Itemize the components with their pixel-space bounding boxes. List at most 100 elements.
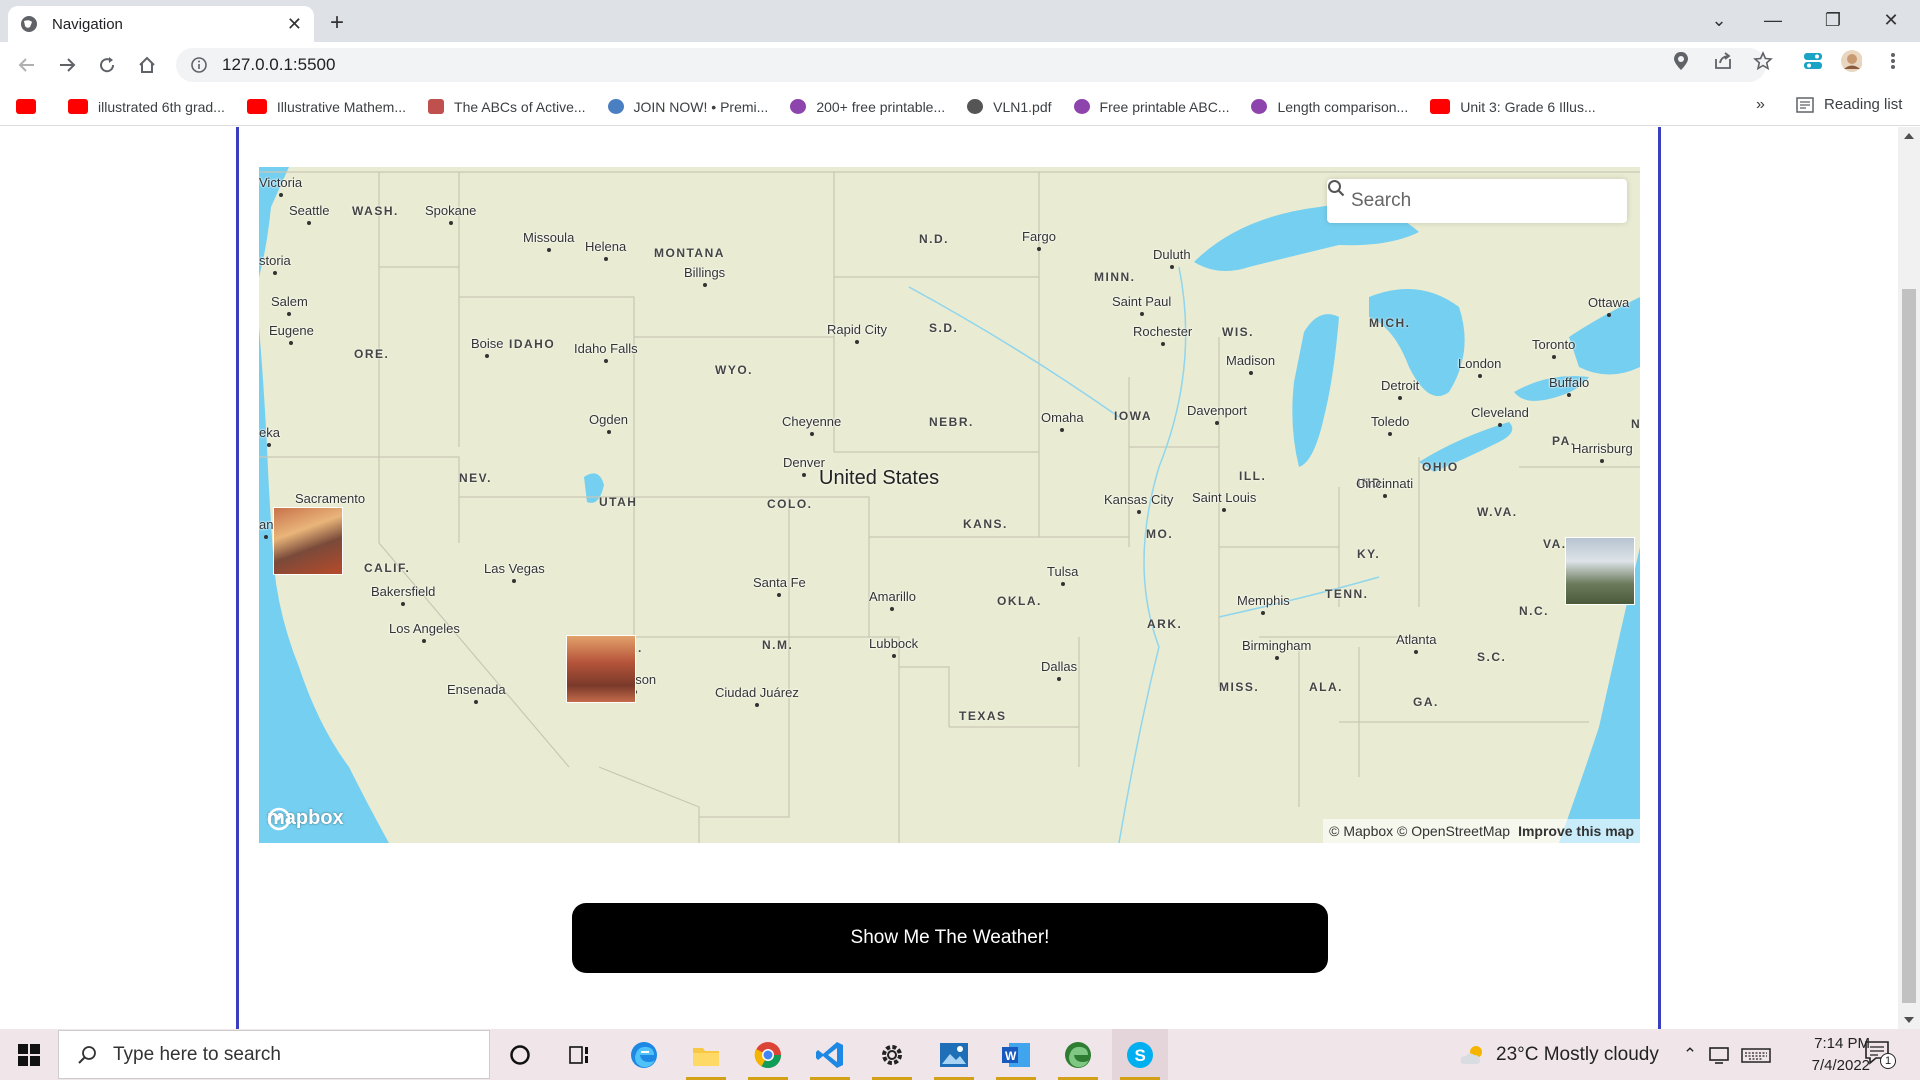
washington-monument-photo-marker[interactable]: [1565, 537, 1635, 605]
city-label: Boise: [471, 336, 504, 351]
cortana-button[interactable]: [492, 1029, 548, 1080]
task-view-icon: [569, 1045, 588, 1064]
edge-dev-taskbar-icon[interactable]: [1050, 1029, 1106, 1080]
state-label: GA.: [1413, 695, 1439, 709]
bookmarks-overflow-button[interactable]: »: [1756, 96, 1765, 114]
map-base: [259, 167, 1640, 843]
home-button[interactable]: [132, 50, 162, 80]
state-label: UTAH: [599, 495, 638, 509]
city-label: Las Vegas: [484, 561, 545, 576]
city-label: Amarillo: [869, 589, 916, 604]
city-label: Ensenada: [447, 682, 506, 697]
forward-button[interactable]: [52, 50, 82, 80]
city-label: Sacramento: [295, 491, 366, 506]
scrollbar-thumb[interactable]: [1902, 289, 1916, 1003]
city-label: an: [259, 517, 274, 532]
youtube-icon: [68, 99, 88, 114]
city-label: Cincinnati: [1356, 476, 1414, 491]
bookmark-item[interactable]: Unit 3: Grade 6 Illus...: [1430, 99, 1596, 115]
photos-taskbar-icon[interactable]: [926, 1029, 982, 1080]
city-label: Ogden: [589, 412, 629, 427]
city-label: Atlanta: [1396, 632, 1437, 647]
bookmark-item[interactable]: JOIN NOW! • Premi...: [607, 99, 768, 115]
reload-button[interactable]: [92, 50, 122, 80]
edge-taskbar-icon[interactable]: [616, 1029, 672, 1080]
city-label: Detroit: [1381, 378, 1420, 393]
reading-list-button[interactable]: Reading list: [1796, 96, 1902, 113]
mapbox-logo[interactable]: mapbox: [267, 807, 344, 831]
profile-avatar[interactable]: [1840, 50, 1862, 72]
share-icon[interactable]: [1712, 50, 1734, 72]
chrome-taskbar-icon[interactable]: [740, 1029, 796, 1080]
city-label: Santa Fe: [753, 575, 806, 590]
system-tray: 23°C Mostly cloudy ⌃: [1456, 1029, 1771, 1080]
close-tab-icon[interactable]: ✕: [287, 14, 302, 35]
state-label: VA.: [1543, 537, 1567, 551]
info-icon[interactable]: [190, 56, 208, 74]
clock[interactable]: 7:14 PM 7/4/2022: [1760, 1033, 1870, 1077]
back-button[interactable]: [12, 50, 42, 80]
map-search-box[interactable]: [1327, 179, 1627, 223]
address-bar[interactable]: 127.0.0.1:5500: [176, 48, 1766, 82]
bookmark-item[interactable]: The ABCs of Active...: [428, 99, 586, 115]
location-pin-icon[interactable]: [1670, 50, 1692, 72]
improve-map-link[interactable]: Improve this map: [1518, 823, 1634, 839]
attribution-text[interactable]: © Mapbox © OpenStreetMap: [1329, 823, 1510, 839]
page-scrollbar[interactable]: [1898, 127, 1920, 1029]
settings-taskbar-icon[interactable]: [864, 1029, 920, 1080]
new-tab-button[interactable]: +: [322, 8, 352, 38]
bookmark-item[interactable]: Length comparison...: [1251, 99, 1408, 115]
vscode-taskbar-icon[interactable]: [802, 1029, 858, 1080]
bookmark-item[interactable]: illustrated 6th grad...: [68, 99, 225, 115]
word-taskbar-icon[interactable]: W: [988, 1029, 1044, 1080]
bookmark-star-icon[interactable]: [1752, 50, 1774, 72]
extension-icon[interactable]: [1802, 50, 1824, 72]
state-label: ALA.: [1309, 680, 1343, 694]
minimize-button[interactable]: —: [1750, 4, 1796, 36]
menu-kebab-icon[interactable]: [1882, 50, 1904, 72]
golden-gate-photo-marker[interactable]: [273, 507, 343, 575]
grand-canyon-photo-marker[interactable]: [566, 635, 636, 703]
state-label: ORE.: [354, 347, 390, 361]
file-explorer-taskbar-icon[interactable]: [678, 1029, 734, 1080]
state-label: WASH.: [352, 204, 399, 218]
active-tab[interactable]: Navigation ✕: [8, 6, 314, 42]
city-label: Toledo: [1371, 414, 1410, 429]
bookmark-item[interactable]: VLN1.pdf: [967, 99, 1052, 115]
clock-date: 7/4/2022: [1811, 1057, 1870, 1074]
state-label: TENN.: [1325, 587, 1369, 601]
restore-button[interactable]: ❐: [1810, 4, 1856, 36]
notification-count-badge: 1: [1880, 1053, 1896, 1069]
map[interactable]: United States WASH. MONTANA N.D. MINN. S…: [259, 167, 1640, 843]
start-button[interactable]: [0, 1029, 58, 1080]
gear-icon: [882, 1044, 902, 1065]
reload-icon: [100, 57, 115, 73]
task-view-button[interactable]: [552, 1029, 608, 1080]
state-label: S.D.: [929, 321, 959, 335]
chevron-up-icon[interactable]: ⌃: [1683, 1045, 1697, 1065]
weather-text[interactable]: 23°C Mostly cloudy: [1496, 1044, 1659, 1066]
bookmark-item[interactable]: 200+ free printable...: [790, 99, 945, 115]
youtube-icon: [246, 99, 267, 114]
tab-search-chevron-icon[interactable]: ⌄: [1696, 4, 1742, 36]
state-label: ARK.: [1147, 617, 1183, 631]
city-label: Victoria: [259, 175, 303, 190]
svg-text:S: S: [1135, 1046, 1146, 1065]
skype-taskbar-icon[interactable]: S: [1112, 1029, 1168, 1080]
bookmark-item[interactable]: [16, 99, 46, 114]
scroll-down-arrow-icon[interactable]: [1904, 1017, 1914, 1023]
bookmark-item[interactable]: Illustrative Mathem...: [246, 99, 406, 115]
scroll-up-arrow-icon[interactable]: [1904, 133, 1914, 139]
display-icon[interactable]: [1709, 1045, 1731, 1065]
taskbar-search-box[interactable]: Type here to search: [58, 1030, 490, 1079]
close-window-button[interactable]: ✕: [1868, 4, 1914, 36]
city-label: Denver: [783, 455, 825, 470]
map-search-input[interactable]: [1351, 190, 1591, 212]
bookmark-item[interactable]: Free printable ABC...: [1073, 99, 1229, 115]
page-viewport: United States WASH. MONTANA N.D. MINN. S…: [0, 127, 1898, 1029]
city-label: Toronto: [1532, 337, 1576, 352]
city-label: Kansas City: [1104, 492, 1174, 507]
notifications-button[interactable]: 1: [1864, 1039, 1904, 1071]
state-label: TEXAS: [959, 709, 1007, 723]
show-weather-button[interactable]: Show Me The Weather!: [572, 903, 1328, 973]
